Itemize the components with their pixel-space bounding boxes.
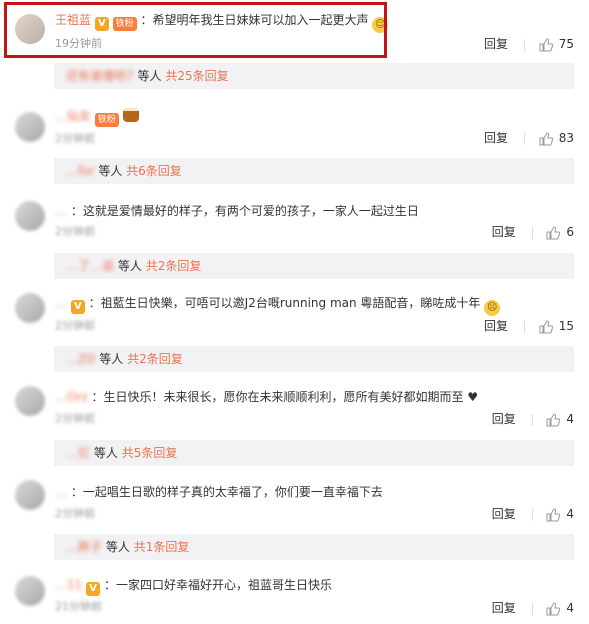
sub-replies-bar[interactable]: …忆 等人 共5条回复	[54, 440, 574, 466]
reply-button[interactable]: 回复	[492, 507, 516, 521]
thumb-up-icon	[539, 131, 553, 145]
sub-reply-names: …了…说	[66, 259, 115, 273]
comment-6: …11 V ：一家四口好幸福好开心，祖蓝哥生日快乐 21分钟前 回复 4	[0, 568, 589, 624]
sub-replies-bar[interactable]: …胖子 等人 共1条回复	[54, 534, 574, 560]
fan-badge-icon: 铁粉	[94, 113, 119, 127]
comment-author[interactable]: …Orz	[55, 390, 88, 404]
like-count: 6	[566, 225, 574, 239]
sub-reply-names: …忆	[66, 446, 91, 460]
thumb-up-icon	[546, 507, 561, 521]
sub-reply-names: …ZD	[66, 352, 96, 366]
reply-button[interactable]: 回复	[484, 319, 508, 333]
divider	[523, 38, 525, 51]
sub-reply-suffix: 等人	[98, 164, 123, 178]
sub-replies-bar[interactable]: 还有谁懂吧7 等人 共25条回复	[54, 63, 574, 89]
reply-button[interactable]: 回复	[492, 225, 516, 239]
thumb-up-icon	[546, 412, 561, 426]
heart-icon: ♥	[467, 390, 479, 404]
reply-button[interactable]: 回复	[492, 412, 516, 426]
comment-author[interactable]: …	[55, 296, 67, 310]
highlight-box	[4, 2, 387, 58]
avatar[interactable]	[15, 576, 45, 606]
thumb-up-icon	[546, 601, 561, 615]
thumb-up-icon	[546, 225, 561, 239]
avatar[interactable]	[15, 201, 45, 231]
divider	[531, 413, 533, 426]
verified-v-icon: V	[86, 582, 101, 596]
like-count: 4	[566, 507, 574, 521]
sub-reply-total[interactable]: 共1条回复	[134, 540, 190, 554]
thumb-up-icon	[539, 319, 553, 333]
comment-time: 2分钟前	[55, 225, 95, 238]
like-button[interactable]: 75	[539, 37, 574, 51]
comment-author[interactable]: …11	[55, 578, 82, 592]
reply-button[interactable]: 回复	[484, 37, 508, 51]
comment-3: … V ：祖藍生日快樂，可唔可以邀J2台嘅running man 粵語配音，睇咗…	[0, 287, 589, 347]
sub-replies-bar[interactable]: …ZD 等人 共2条回复	[54, 346, 574, 372]
like-count: 4	[566, 601, 574, 615]
sub-reply-suffix: 等人	[117, 259, 142, 273]
reply-button[interactable]: 回复	[484, 131, 508, 145]
comment-text: ：这就是爱情最好的样子，有两个可爱的孩子，一家人一起过生日	[70, 204, 419, 218]
like-button[interactable]: 83	[539, 131, 574, 145]
comment-text: ：祖藍生日快樂，可唔可以邀J2台嘅running man 粵語配音，睇咗成十年	[88, 296, 481, 310]
like-button[interactable]: 4	[546, 601, 574, 615]
sub-reply-suffix: 等人	[99, 352, 124, 366]
comment-text: ：一家四口好幸福好开心，祖蓝哥生日快乐	[103, 578, 332, 592]
comment-time: 2分钟前	[55, 412, 95, 425]
comment-time: 2分钟前	[55, 319, 95, 332]
sub-reply-names: …for	[66, 164, 95, 178]
comment-author[interactable]: …仙女	[55, 109, 91, 123]
comment-5: … ：一起唱生日歌的样子真的太幸福了，你们要一直幸福下去 2分钟前 回复 4	[0, 474, 589, 534]
reply-button[interactable]: 回复	[492, 601, 516, 615]
sub-reply-names: …胖子	[66, 540, 103, 554]
avatar[interactable]	[15, 112, 45, 142]
cake-emoji-icon	[122, 108, 139, 122]
divider	[523, 132, 525, 145]
like-button[interactable]: 4	[546, 412, 574, 426]
comment-author[interactable]: …	[55, 204, 67, 218]
avatar[interactable]	[15, 293, 45, 323]
comment-author[interactable]: …	[55, 485, 67, 499]
sub-reply-total[interactable]: 共2条回复	[146, 259, 202, 273]
comment-1: …仙女 铁粉 2分钟前 回复 83	[0, 98, 589, 158]
avatar[interactable]	[15, 386, 45, 416]
sub-reply-names: 还有谁懂吧7	[66, 69, 134, 83]
like-count: 15	[558, 319, 574, 333]
sub-reply-total[interactable]: 共5条回复	[122, 446, 178, 460]
like-button[interactable]: 6	[546, 225, 574, 239]
sub-reply-suffix: 等人	[93, 446, 118, 460]
comment-time: 2分钟前	[55, 132, 95, 145]
divider	[523, 320, 525, 333]
sub-reply-total[interactable]: 共25条回复	[165, 69, 228, 83]
comment-text: ：一起唱生日歌的样子真的太幸福了，你们要一直幸福下去	[70, 485, 383, 499]
divider	[531, 602, 533, 615]
sub-replies-bar[interactable]: …for 等人 共6条回复	[54, 158, 574, 184]
verified-v-icon: V	[70, 300, 85, 314]
divider	[531, 226, 533, 239]
comment-2: … ：这就是爱情最好的样子，有两个可爱的孩子，一家人一起过生日 2分钟前 回复 …	[0, 193, 589, 253]
sub-reply-total[interactable]: 共6条回复	[126, 164, 182, 178]
sub-reply-suffix: 等人	[137, 69, 162, 83]
sub-reply-suffix: 等人	[105, 540, 130, 554]
cry-emoji-icon: ☹	[484, 300, 501, 316]
sub-replies-bar[interactable]: …了…说 等人 共2条回复	[54, 253, 574, 279]
like-count: 83	[558, 131, 574, 145]
comment-4: …Orz ：生日快乐！未来很长，愿你在未来顺顺利利，愿所有美好都如期而至 ♥ 2…	[0, 380, 589, 440]
sub-reply-total[interactable]: 共2条回复	[127, 352, 183, 366]
like-button[interactable]: 4	[546, 507, 574, 521]
divider	[531, 508, 533, 521]
like-count: 4	[566, 412, 574, 426]
thumb-up-icon	[539, 37, 553, 51]
avatar[interactable]	[15, 480, 45, 510]
like-button[interactable]: 15	[539, 319, 574, 333]
comment-time: 2分钟前	[55, 507, 95, 520]
like-count: 75	[558, 37, 574, 51]
comment-time: 21分钟前	[55, 600, 102, 613]
comment-text: ：生日快乐！未来很长，愿你在未来顺顺利利，愿所有美好都如期而至	[91, 390, 464, 404]
